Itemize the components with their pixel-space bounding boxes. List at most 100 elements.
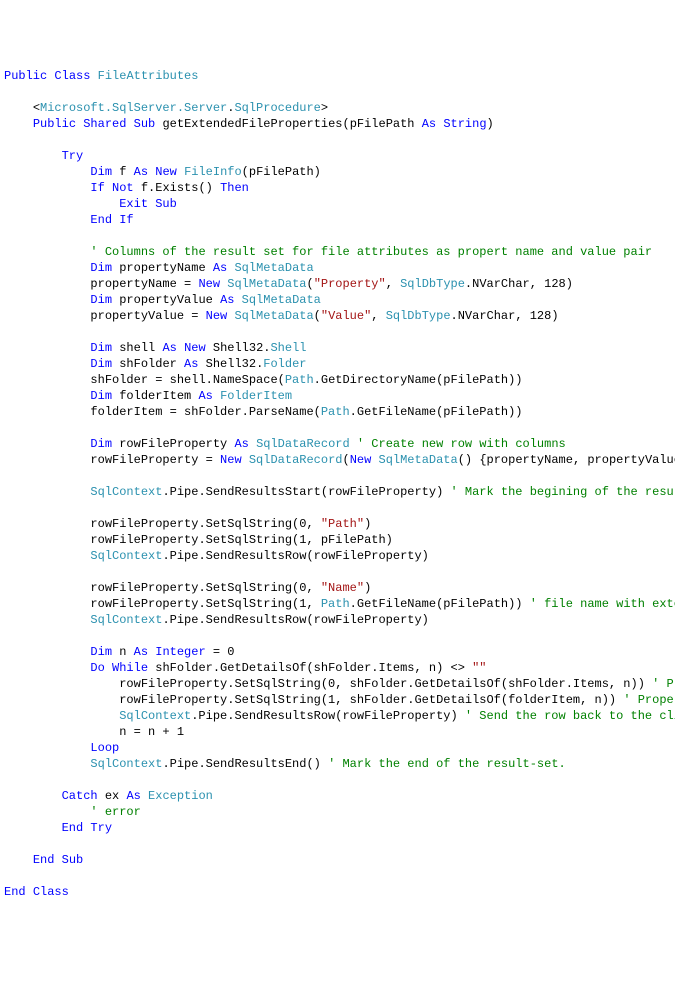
keyword: Try [90,821,112,835]
keyword: End [90,213,112,227]
text: propertyName [112,261,213,275]
comment: ' error [90,805,140,819]
string: "Property" [314,277,386,291]
type: SqlContext [90,549,162,563]
text: shell [112,341,162,355]
type: FileInfo [184,165,242,179]
text: ( [342,453,349,467]
type: SqlDbType [386,309,451,323]
type: SqlContext [90,613,162,627]
text: rowFileProperty.SetSqlString(1, shFolder… [119,693,623,707]
keyword: Then [220,181,249,195]
text: f [112,165,134,179]
comment: ' Send the row back to the clien [465,709,675,723]
type: SqlContext [119,709,191,723]
text: .Pipe.SendResultsEnd() [162,757,328,771]
keyword: New [220,453,242,467]
text: .GetDirectoryName(pFilePath)) [314,373,523,387]
keyword: As [422,117,436,131]
type: SqlMetaData [234,309,313,323]
text: (pFilePath) [242,165,321,179]
text: rowFileProperty.SetSqlString(0, [90,517,320,531]
string: "Value" [321,309,371,323]
text: rowFileProperty.SetSqlString(0, shFolder… [119,677,652,691]
keyword: Do [90,661,104,675]
type: Folder [263,357,306,371]
keyword: If [119,213,133,227]
type: Microsoft.SqlServer.Server [40,101,227,115]
text: ( [306,277,313,291]
text: rowFileProperty [112,437,234,451]
text: n [112,645,134,659]
keyword: Sub [134,117,156,131]
keyword: Public [4,69,47,83]
keyword: Dim [90,645,112,659]
type: SqlDataRecord [249,453,343,467]
text: , [386,277,400,291]
keyword: Dim [90,293,112,307]
comment: ' Columns of the result set for file att… [90,245,652,259]
type: SqlMetaData [234,261,313,275]
text: .NVarChar, 128) [465,277,573,291]
type: Exception [148,789,213,803]
keyword: Dim [90,261,112,275]
text: Shell32. [206,341,271,355]
keyword: As [126,789,140,803]
keyword: As [198,389,212,403]
type: SqlMetaData [242,293,321,307]
keyword: As [234,437,248,451]
keyword: While [112,661,148,675]
comment: ' file name with extens [530,597,675,611]
keyword: Dim [90,437,112,451]
text: , [371,309,385,323]
text: propertyName = [90,277,198,291]
keyword: End [62,821,84,835]
text: Shell32. [198,357,263,371]
keyword: As [162,341,176,355]
text: .GetFileName(pFilePath)) [350,405,523,419]
text: rowFileProperty.SetSqlString(1, [90,597,320,611]
keyword: Exit [119,197,148,211]
keyword: As [213,261,227,275]
keyword: As [184,357,198,371]
text: .Pipe.SendResultsRow(rowFileProperty) [191,709,465,723]
text: .Pipe.SendResultsRow(rowFileProperty) [162,613,428,627]
keyword: If [90,181,104,195]
type: Path [321,597,350,611]
type: SqlDbType [400,277,465,291]
text: shFolder.GetDetailsOf(shFolder.Items, n)… [148,661,472,675]
keyword: Dim [90,357,112,371]
keyword: Dim [90,389,112,403]
text: rowFileProperty.SetSqlString(1, pFilePat… [90,533,392,547]
text: .NVarChar, 128) [451,309,559,323]
type: Path [321,405,350,419]
text: ) [487,117,494,131]
keyword: Sub [155,197,177,211]
keyword: Integer [155,645,205,659]
type: Path [285,373,314,387]
keyword: Shared [83,117,126,131]
text: shFolder [112,357,184,371]
text: ( [314,309,321,323]
keyword: Sub [62,853,84,867]
keyword: Public [33,117,76,131]
keyword: Loop [90,741,119,755]
keyword: Dim [90,341,112,355]
type: SqlProcedure [234,101,320,115]
text: () {propertyName, propertyValue}) [458,453,675,467]
text: f.Exists() [134,181,220,195]
type: SqlDataRecord [256,437,350,451]
type: SqlContext [90,485,162,499]
keyword: Not [112,181,134,195]
comment: ' Prop [652,677,675,691]
keyword: As [220,293,234,307]
type: FileAttributes [98,69,199,83]
code-block: Public Class FileAttributes <Microsoft.S… [4,68,675,900]
text: > [321,101,328,115]
text: .Pipe.SendResultsStart(rowFileProperty) [162,485,450,499]
text: shFolder = shell.NameSpace( [90,373,284,387]
keyword: Class [54,69,90,83]
keyword: New [184,341,206,355]
keyword: Dim [90,165,112,179]
text: rowFileProperty = [90,453,220,467]
